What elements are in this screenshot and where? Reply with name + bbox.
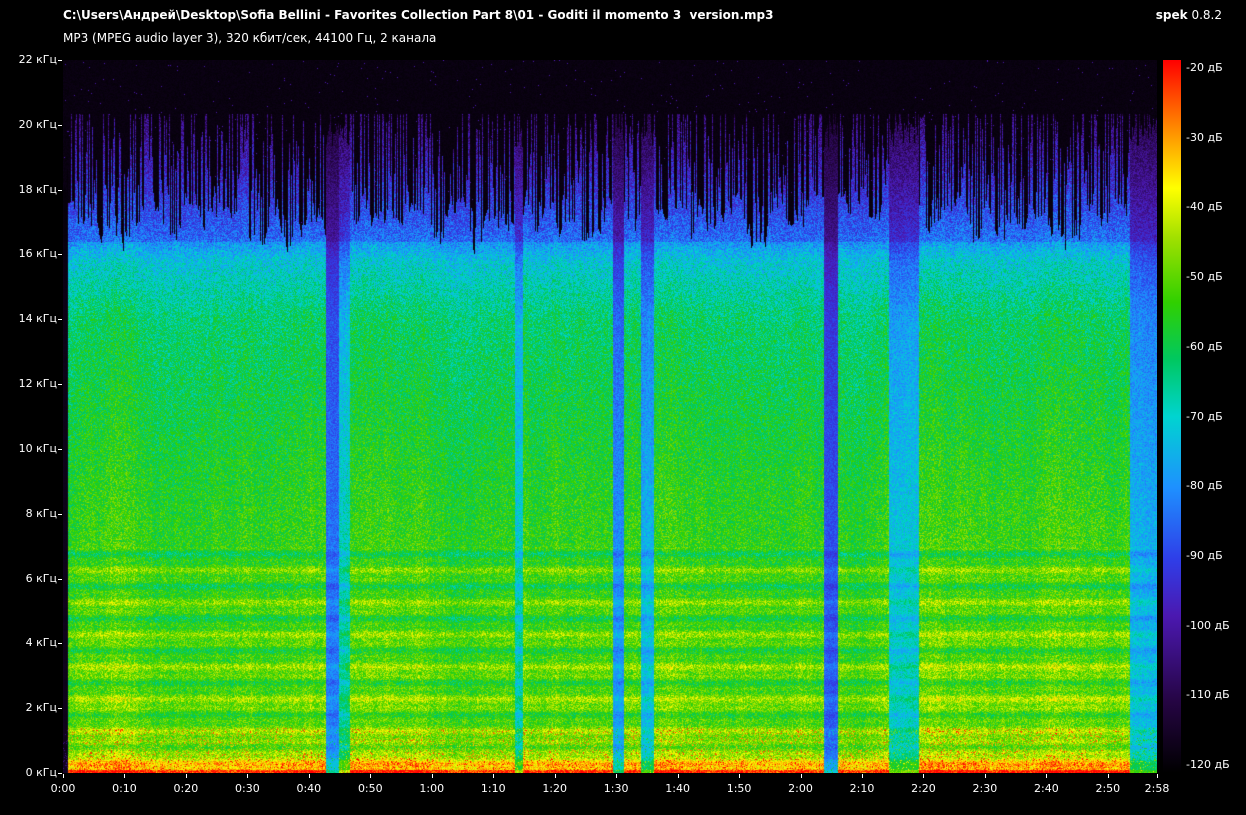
- freq-axis-label: 0 кГц: [25, 766, 57, 779]
- freq-axis-label: 18 кГц: [18, 182, 57, 196]
- time-axis-tick: [616, 774, 618, 778]
- time-axis-tick: [431, 774, 433, 778]
- time-axis-label: 2:50: [1095, 782, 1121, 795]
- time-axis-label: 2:00: [788, 782, 813, 795]
- db-scale-label: -40 дБ: [1186, 200, 1223, 214]
- db-scale-label: -20 дБ: [1186, 61, 1223, 74]
- spectrogram-canvas: [63, 60, 1157, 773]
- freq-axis-tick: [58, 60, 62, 61]
- spek-window: C:\Users\Андрей\Desktop\Sofia Bellini - …: [0, 0, 1246, 815]
- db-scale-label: -30 дБ: [1186, 130, 1223, 144]
- app-name: spek: [1155, 8, 1188, 22]
- time-axis-label: 0:20: [173, 782, 199, 795]
- time-axis-label: 0:00: [50, 782, 76, 795]
- freq-axis-label: 2 кГц: [25, 701, 57, 715]
- db-scale-label: -100 дБ: [1186, 618, 1230, 632]
- time-axis-tick: [984, 774, 986, 778]
- db-scale-label: -80 дБ: [1186, 479, 1223, 493]
- freq-axis-label: 12 кГц: [18, 377, 57, 391]
- time-axis-tick: [800, 774, 802, 778]
- db-scale-label: -70 дБ: [1186, 409, 1223, 423]
- time-axis-label: 0:30: [235, 782, 260, 795]
- time-axis-tick: [739, 774, 741, 778]
- time-axis-tick: [861, 774, 863, 778]
- time-axis-label: 2:58: [1144, 782, 1170, 795]
- time-axis-label: 1:50: [726, 782, 752, 795]
- db-scale-label: -90 дБ: [1186, 548, 1223, 562]
- freq-axis-label: 10 кГц: [18, 441, 57, 455]
- freq-axis-tick: [58, 708, 62, 710]
- time-axis-label: 1:40: [665, 782, 690, 795]
- time-axis-tick: [185, 774, 187, 778]
- freq-axis-label: 8 кГц: [25, 506, 57, 520]
- freq-axis-tick: [58, 189, 62, 191]
- time-axis-tick: [1157, 774, 1158, 778]
- app-brand: spek 0.8.2: [1156, 8, 1222, 22]
- freq-axis-label: 16 кГц: [18, 247, 57, 261]
- time-axis-label: 1:30: [603, 782, 629, 795]
- time-axis-tick: [370, 774, 372, 778]
- time-axis-tick: [308, 774, 310, 778]
- time-axis-label: 0:10: [112, 782, 137, 795]
- time-axis-label: 1:10: [480, 782, 506, 795]
- time-axis-tick: [247, 774, 249, 778]
- file-path: C:\Users\Андрей\Desktop\Sofia Bellini - …: [63, 8, 774, 22]
- db-scale-label: -120 дБ: [1186, 758, 1230, 771]
- freq-axis-label: 14 кГц: [18, 312, 57, 326]
- time-axis-tick: [554, 774, 556, 778]
- time-axis-tick: [63, 774, 64, 778]
- freq-axis-label: 22 кГц: [18, 53, 57, 66]
- freq-axis-tick: [58, 513, 62, 515]
- time-axis-label: 2:30: [972, 782, 998, 795]
- time-axis-tick: [677, 774, 679, 778]
- freq-axis-tick: [58, 319, 62, 321]
- time-axis-label: 2:20: [911, 782, 936, 795]
- time-axis-label: 1:20: [542, 782, 568, 795]
- freq-axis-label: 20 кГц: [18, 117, 57, 131]
- time-axis-label: 0:50: [357, 782, 383, 795]
- freq-axis-label: 6 кГц: [25, 571, 57, 585]
- app-version: 0.8.2: [1191, 8, 1222, 22]
- time-axis-tick: [1046, 774, 1048, 778]
- freq-axis-tick: [58, 254, 62, 256]
- time-axis-tick: [493, 774, 495, 778]
- freq-axis-tick: [58, 448, 62, 450]
- time-axis-tick: [124, 774, 126, 778]
- db-scale-label: -60 дБ: [1186, 339, 1223, 353]
- time-axis-label: 2:10: [849, 782, 875, 795]
- freq-axis-tick: [58, 773, 62, 774]
- db-scale-label: -110 дБ: [1186, 688, 1230, 702]
- time-axis-label: 2:40: [1034, 782, 1059, 795]
- freq-axis-tick: [58, 643, 62, 645]
- freq-axis-tick: [58, 384, 62, 386]
- freq-axis-tick: [58, 124, 62, 126]
- file-info: MP3 (MPEG audio layer 3), 320 кбит/сек, …: [63, 31, 437, 45]
- db-ruler: [1163, 60, 1181, 773]
- time-axis-tick: [923, 774, 925, 778]
- time-axis-label: 0:40: [296, 782, 322, 795]
- freq-axis-tick: [58, 578, 62, 580]
- freq-axis-label: 4 кГц: [25, 636, 57, 650]
- db-scale-label: -50 дБ: [1186, 270, 1223, 284]
- time-axis-label: 1:00: [419, 782, 445, 795]
- time-axis-tick: [1107, 774, 1109, 778]
